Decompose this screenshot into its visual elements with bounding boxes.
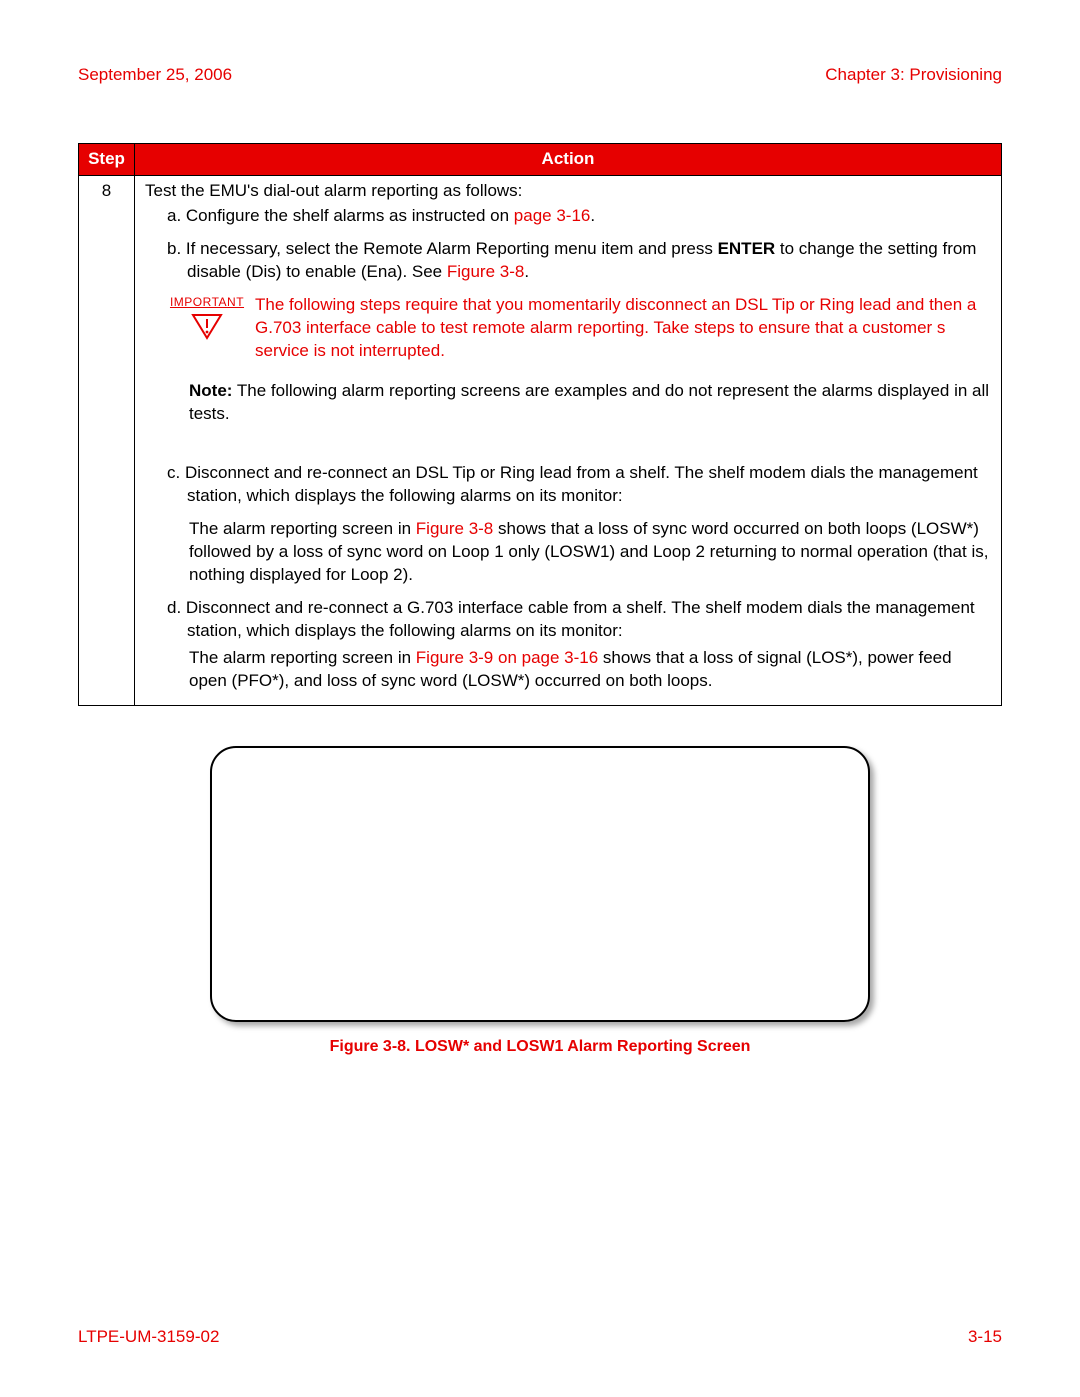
header-chapter: Chapter 3: Provisioning <box>825 64 1002 87</box>
intro-text: Test the EMU's dial-out alarm reporting … <box>145 180 991 203</box>
figure-caption: Figure 3-8. LOSW* and LOSW1 Alarm Report… <box>210 1036 870 1058</box>
step-d: d. Disconnect and re-connect a G.703 int… <box>167 597 991 643</box>
important-label: IMPORTANT <box>167 294 247 310</box>
important-badge: IMPORTANT <box>167 294 247 340</box>
step-a: a. Configure the shelf alarms as instruc… <box>167 205 991 228</box>
procedure-table: Step Action 8 Test the EMU's dial-out al… <box>78 143 1002 706</box>
link-figure-3-8-b[interactable]: Figure 3-8 <box>416 519 493 538</box>
paragraph-after-c: The alarm reporting screen in Figure 3-8… <box>189 518 991 587</box>
note-text: The following alarm reporting screens ar… <box>189 381 989 423</box>
action-cell: Test the EMU's dial-out alarm reporting … <box>135 175 1002 705</box>
paragraph-after-d: The alarm reporting screen in Figure 3-9… <box>189 647 991 693</box>
step-c: c. Disconnect and re-connect an DSL Tip … <box>167 462 991 508</box>
table-row: 8 Test the EMU's dial-out alarm reportin… <box>79 175 1002 705</box>
warning-triangle-icon <box>190 312 224 340</box>
step-b: b. If necessary, select the Remote Alarm… <box>167 238 991 284</box>
col-step: Step <box>79 143 135 175</box>
footer-doc-id: LTPE-UM-3159-02 <box>78 1326 219 1349</box>
important-callout: IMPORTANT The following steps require th… <box>167 294 991 363</box>
col-action: Action <box>135 143 1002 175</box>
figure-3-8: Figure 3-8. LOSW* and LOSW1 Alarm Report… <box>210 746 870 1058</box>
figure-screen-placeholder <box>210 746 870 1022</box>
note-block: Note: The following alarm reporting scre… <box>189 380 991 426</box>
footer-page-number: 3-15 <box>968 1326 1002 1349</box>
link-page-3-16[interactable]: page 3-16 <box>514 206 591 225</box>
link-figure-3-9[interactable]: Figure 3-9 on page 3-16 <box>416 648 598 667</box>
page-footer: LTPE-UM-3159-02 3-15 <box>78 1326 1002 1349</box>
page-header: September 25, 2006 Chapter 3: Provisioni… <box>78 64 1002 87</box>
link-figure-3-8[interactable]: Figure 3-8 <box>447 262 524 281</box>
note-label: Note: <box>189 381 232 400</box>
header-date: September 25, 2006 <box>78 64 232 87</box>
enter-key: ENTER <box>718 239 776 258</box>
step-number: 8 <box>79 175 135 705</box>
important-text: The following steps require that you mom… <box>255 294 991 363</box>
